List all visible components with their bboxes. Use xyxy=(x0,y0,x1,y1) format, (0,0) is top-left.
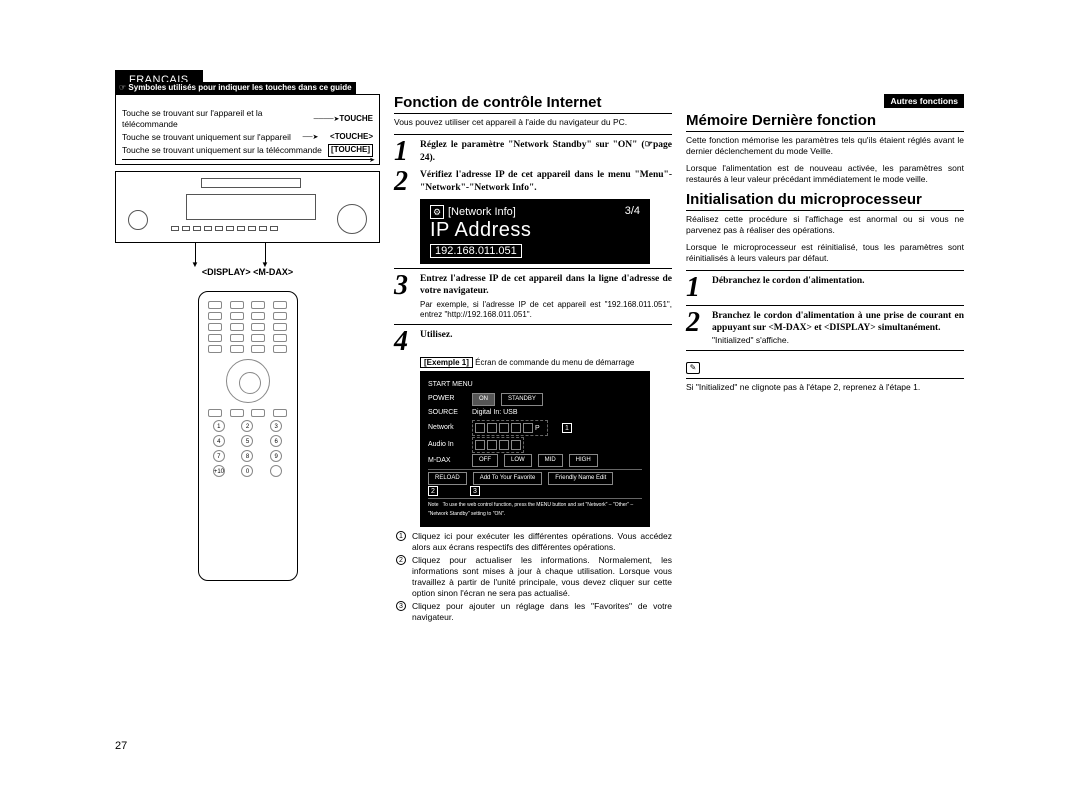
last-memory-p2: Lorsque l'alimentation est de nouveau ac… xyxy=(686,163,964,185)
mock-addfav-pill: Add To Your Favorite xyxy=(473,472,543,485)
middle-column: Fonction de contrôle Internet Vous pouve… xyxy=(394,94,672,625)
remote-dpad xyxy=(226,359,270,403)
device-slot xyxy=(201,178,301,188)
mock-low-pill: LOW xyxy=(504,454,532,467)
ip-address-display: ⚙ [Network Info] 3/4 IP Address 192.168.0… xyxy=(420,199,650,264)
example-text: Écran de commande du menu de démarrage xyxy=(475,358,634,367)
annot3-text: Cliquez pour ajouter un réglage dans les… xyxy=(412,601,672,623)
annotation-3: 3Cliquez pour ajouter un réglage dans le… xyxy=(396,601,672,623)
device-knob-right xyxy=(337,204,367,234)
pointer-arrows xyxy=(115,243,380,265)
footnote: Si "Initialized" ne clignote pas à l'éta… xyxy=(686,382,964,393)
page-count: 3/4 xyxy=(625,205,640,219)
columns: Symboles utilisés pour indiquer les touc… xyxy=(115,94,980,625)
annot1-text: Cliquez ici pour exécuter les différente… xyxy=(412,531,672,553)
network-info-label: [Network Info] xyxy=(448,205,516,217)
step-number: 1 xyxy=(686,275,706,300)
internet-control-intro: Vous pouvez utiliser cet appareil à l'ai… xyxy=(394,117,672,128)
step2-text: Vérifiez l'adresse IP de cet appareil da… xyxy=(420,170,672,193)
callout-1: 1 xyxy=(562,423,572,433)
mock-standby-pill: STANDBY xyxy=(501,393,543,406)
symbol-row2-text: Touche se trouvant uniquement sur l'appa… xyxy=(122,132,291,143)
step-number: 2 xyxy=(686,310,706,346)
display-mdax-label: <DISPLAY> <M-DAX> xyxy=(115,267,380,277)
touche-bracket-label: [TOUCHE] xyxy=(328,144,373,157)
device-buttons-row xyxy=(171,226,331,231)
arrow-corner-icon: ➤ xyxy=(369,156,375,165)
network-icon: ⚙ xyxy=(430,205,444,219)
mock-on-pill: ON xyxy=(472,393,495,406)
arrow-right-icon: ──➤ xyxy=(303,133,319,142)
annotation-2: 2Cliquez pour actualiser les information… xyxy=(396,555,672,599)
ip-address-value: 192.168.011.051 xyxy=(430,244,522,258)
symbol-row1-text: Touche se trouvant sur l'appareil et la … xyxy=(122,108,314,131)
mock-high-pill: HIGH xyxy=(569,454,598,467)
micro-init-p1: Réalisez cette procédure si l'affichage … xyxy=(686,214,964,236)
mock-title: START MENU xyxy=(428,379,642,392)
callout-2: 2 xyxy=(428,486,438,496)
internet-control-heading: Fonction de contrôle Internet xyxy=(394,94,672,114)
step-1: 1 Réglez le paramètre "Network Standby" … xyxy=(394,139,672,165)
mock-source-label: SOURCE xyxy=(428,407,466,420)
step-3: 3 Entrez l'adresse IP de cet appareil da… xyxy=(394,273,672,321)
mock-network-icons: P xyxy=(472,420,548,436)
remote-control-illustration: 123 456 789 +100 xyxy=(198,291,298,581)
step1-text: Réglez le paramètre "Network Standby" su… xyxy=(420,140,672,163)
init-step2-note: "Initialized" s'affiche. xyxy=(712,335,964,346)
step3-note: Par exemple, si l'adresse IP de cet appa… xyxy=(420,300,672,320)
init-step-2: 2 Branchez le cordon d'alimentation à un… xyxy=(686,310,964,346)
step4-text: Utilisez. xyxy=(420,330,452,340)
touche-angle-label: <TOUCHE> xyxy=(330,132,373,143)
page-number: 27 xyxy=(115,740,127,752)
step-4: 4 Utilisez. xyxy=(394,329,672,354)
symbol-row-1: Touche se trouvant sur l'appareil et la … xyxy=(122,108,373,131)
mock-power-label: POWER xyxy=(428,393,466,406)
step-number: 1 xyxy=(394,139,414,165)
device-front-panel-illustration xyxy=(115,171,380,243)
arrow-right-icon: ────➤ xyxy=(314,115,340,124)
mock-mdax-label: M-DAX xyxy=(428,455,466,468)
callout-3: 3 xyxy=(470,486,480,496)
step-2: 2 Vérifiez l'adresse IP de cet appareil … xyxy=(394,169,672,195)
micro-init-p2: Lorsque le microprocesseur est réinitial… xyxy=(686,242,964,264)
left-column: Symboles utilisés pour indiquer les touc… xyxy=(115,94,380,625)
note-icon: ✎ xyxy=(686,362,700,374)
init-step-1: 1 Débranchez le cordon d'alimentation. xyxy=(686,275,964,300)
symbol-row3-text: Touche se trouvant uniquement sur la tél… xyxy=(122,145,322,156)
last-memory-p1: Cette fonction mémorise les paramètres t… xyxy=(686,135,964,157)
web-ui-mockup: START MENU POWER ON STANDBY SOURCE Digit… xyxy=(420,371,650,527)
mock-source-value: Digital In: USB xyxy=(472,407,518,420)
mock-note-label: Note xyxy=(428,502,439,508)
step-number: 4 xyxy=(394,329,414,354)
page-content: FRANÇAIS Symboles utilisés pour indiquer… xyxy=(115,70,980,625)
annotation-1: 1Cliquez ici pour exécuter les différent… xyxy=(396,531,672,553)
symbols-box: Symboles utilisés pour indiquer les touc… xyxy=(115,94,380,165)
symbol-row-3: Touche se trouvant uniquement sur la tél… xyxy=(122,144,373,157)
mock-off-pill: OFF xyxy=(472,454,498,467)
ip-address-title: IP Address xyxy=(430,219,640,242)
mock-audioin-label: Audio In xyxy=(428,439,466,452)
init-step1-text: Débranchez le cordon d'alimentation. xyxy=(712,276,865,286)
micro-init-heading: Initialisation du microprocesseur xyxy=(686,191,964,211)
mock-note-text: To use the web control function, press t… xyxy=(428,502,633,517)
last-memory-heading: Mémoire Dernière fonction xyxy=(686,112,964,132)
mock-friendly-pill: Friendly Name Edit xyxy=(548,472,613,485)
mock-mid-pill: MID xyxy=(538,454,563,467)
step-number: 2 xyxy=(394,169,414,195)
mock-network-label: Network xyxy=(428,422,466,435)
init-step2-text: Branchez le cordon d'alimentation à une … xyxy=(712,311,964,334)
device-display xyxy=(186,194,316,220)
mock-audioin-icons xyxy=(472,437,524,453)
device-knob-left xyxy=(128,210,148,230)
annot2-text: Cliquez pour actualiser les informations… xyxy=(412,555,672,599)
mock-reload-pill: RELOAD xyxy=(428,472,467,485)
step-number: 3 xyxy=(394,273,414,321)
symbols-header: Symboles utilisés pour indiquer les touc… xyxy=(115,82,356,95)
symbol-row-2: Touche se trouvant uniquement sur l'appa… xyxy=(122,132,373,143)
example-tag: [Exemple 1] xyxy=(420,357,473,368)
other-functions-pill: Autres fonctions xyxy=(884,94,964,108)
step3-text: Entrez l'adresse IP de cet appareil dans… xyxy=(420,274,672,297)
right-column: Autres fonctions Mémoire Dernière foncti… xyxy=(686,94,964,625)
touche-label: TOUCHE xyxy=(339,114,373,125)
